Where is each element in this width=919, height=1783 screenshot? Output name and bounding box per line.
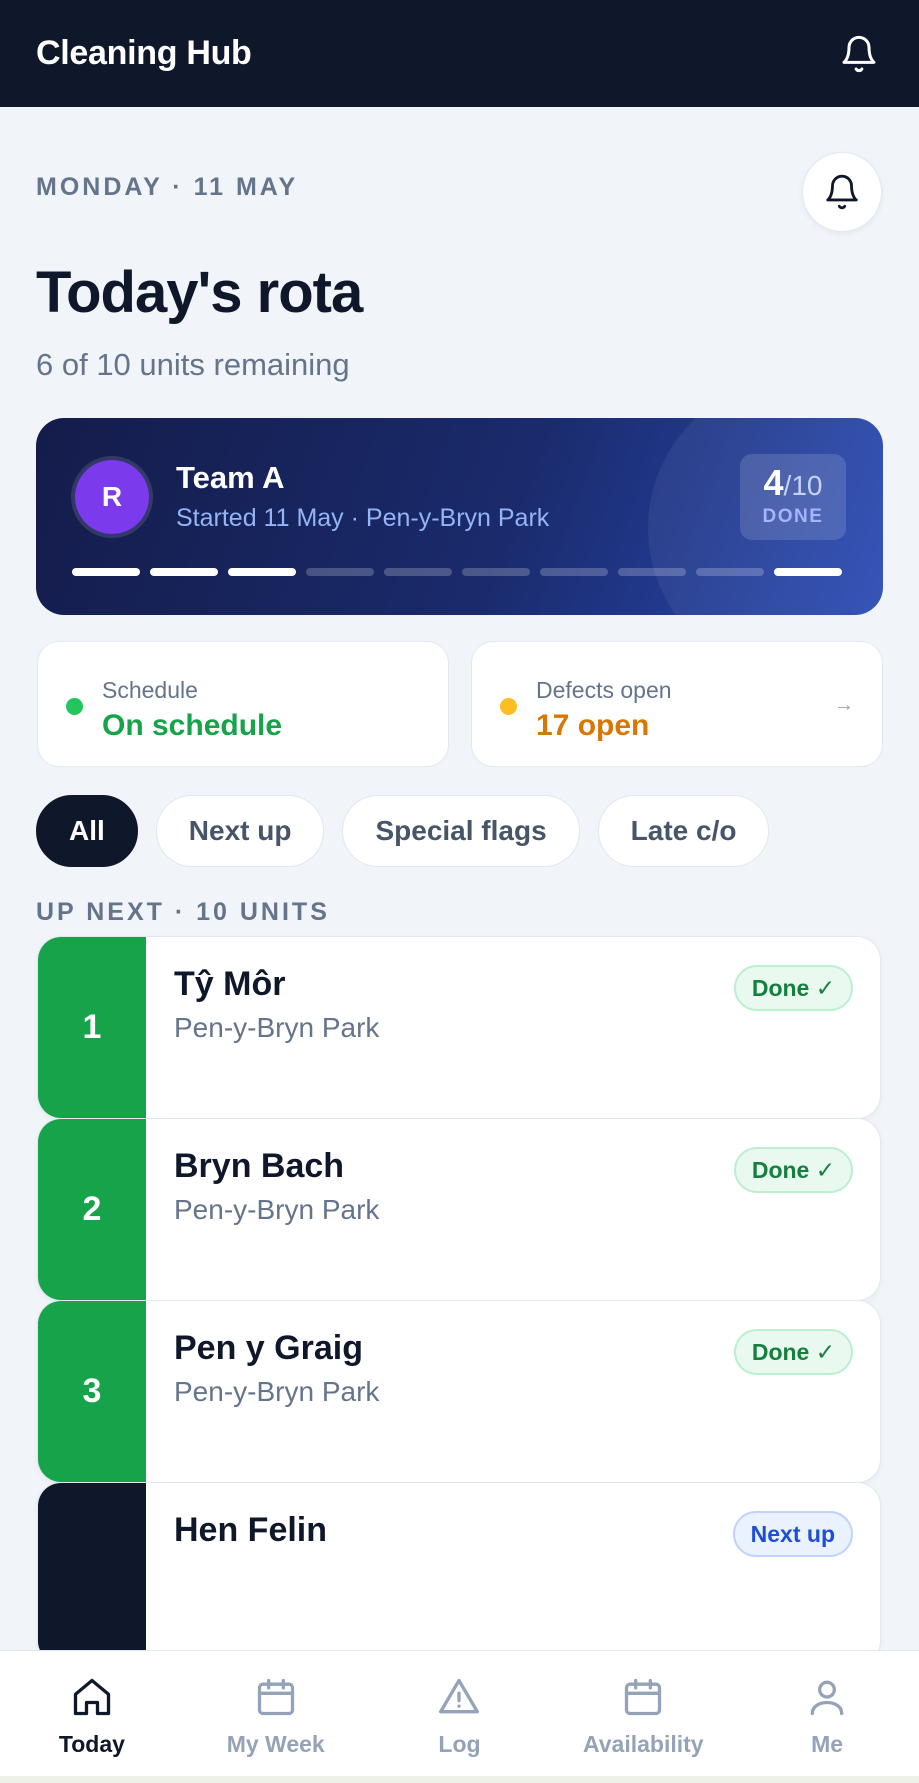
unit-number: 1 — [38, 937, 146, 1118]
main-content: MONDAY · 11 MAY Today's rota 6 of 10 uni… — [0, 107, 919, 1650]
tab-label: Log — [438, 1731, 481, 1757]
progress-segment — [462, 568, 530, 576]
warning-icon — [439, 1678, 480, 1714]
status-dot — [66, 698, 83, 715]
unit-body: Hen Felin Next up — [146, 1483, 880, 1650]
bottom-tab-bar: Today My Week Log Availability Me — [0, 1650, 919, 1776]
tab-availability[interactable]: Availability — [551, 1651, 735, 1776]
team-name: Team A — [176, 460, 285, 495]
tab-my-week[interactable]: My Week — [184, 1651, 368, 1776]
progress-segment — [384, 568, 452, 576]
filter-chip[interactable]: Late c/o — [597, 795, 770, 867]
tab-log[interactable]: Log — [368, 1651, 552, 1776]
defects-label: Defects open — [536, 677, 672, 703]
unit-number: 2 — [38, 1119, 146, 1300]
filter-chip[interactable]: Next up — [155, 795, 325, 867]
team-meta: Started 11 May · Pen-y-Bryn Park — [176, 504, 550, 532]
filter-chips: All Next up Special flags Late c/o — [36, 795, 770, 867]
tab-label: Availability — [582, 1731, 704, 1757]
team-card[interactable]: R Team A Started 11 May · Pen-y-Bryn Par… — [36, 418, 883, 615]
progress-bar — [72, 568, 842, 576]
unit-number: 3 — [38, 1301, 146, 1482]
progress-segment — [150, 568, 218, 576]
schedule-card: Schedule On schedule — [37, 641, 449, 767]
notifications-button[interactable] — [802, 152, 882, 232]
arrow-right-icon[interactable]: → — [834, 694, 854, 717]
unit-number — [38, 1483, 146, 1650]
unit-name: Hen Felin — [174, 1511, 328, 1549]
bell-icon[interactable] — [835, 30, 883, 78]
progress-segment — [774, 568, 842, 576]
defects-card[interactable]: Defects open 17 open → — [471, 641, 883, 767]
unit-card[interactable]: 3 Pen y Graig Pen-y-Bryn Park Done ✓ — [37, 1300, 881, 1483]
tab-today[interactable]: Today — [0, 1651, 184, 1776]
schedule-label: Schedule — [102, 677, 198, 703]
calendar-icon — [625, 1678, 662, 1716]
home-icon — [73, 1678, 111, 1716]
unit-body: Bryn Bach Pen-y-Bryn Park Done ✓ — [146, 1119, 880, 1300]
app-header: Cleaning Hub — [0, 0, 919, 107]
avatar: R — [75, 460, 149, 534]
done-count: 4 — [763, 462, 784, 503]
unit-name: Pen y Graig — [174, 1329, 363, 1367]
section-label: UP NEXT · 10 UNITS — [36, 898, 330, 926]
status-badge: Done ✓ — [733, 1329, 853, 1375]
unit-body: Pen y Graig Pen-y-Bryn Park Done ✓ — [146, 1301, 880, 1482]
bottom-strip — [0, 1776, 919, 1783]
unit-card[interactable]: Hen Felin Next up — [37, 1482, 881, 1650]
tab-label: My Week — [226, 1731, 325, 1757]
status-badge: Next up — [732, 1511, 853, 1557]
progress-segment — [228, 568, 296, 576]
date-row: MONDAY · 11 MAY — [36, 173, 298, 202]
progress-segment — [306, 568, 374, 576]
unit-location: Pen-y-Bryn Park — [174, 1194, 380, 1225]
schedule-value: On schedule — [102, 709, 283, 742]
page-title: Today's rota — [36, 260, 363, 325]
unit-card[interactable]: 2 Bryn Bach Pen-y-Bryn Park Done ✓ — [37, 1118, 881, 1301]
done-label: DONE — [762, 506, 824, 527]
user-icon — [810, 1680, 844, 1716]
status-dot — [500, 698, 517, 715]
app-title: Cleaning Hub — [36, 34, 252, 72]
tab-label: Me — [811, 1731, 844, 1757]
progress-segment — [540, 568, 608, 576]
unit-location: Pen-y-Bryn Park — [174, 1012, 380, 1043]
done-total: /10 — [783, 470, 823, 501]
page-subtitle: 6 of 10 units remaining — [36, 347, 350, 382]
defects-value: 17 open — [536, 709, 650, 742]
unit-location: Pen-y-Bryn Park — [174, 1376, 380, 1407]
unit-name: Tŷ Môr — [174, 965, 286, 1003]
progress-segment — [72, 568, 140, 576]
unit-body: Tŷ Môr Pen-y-Bryn Park Done ✓ — [146, 937, 880, 1118]
unit-name: Bryn Bach — [174, 1147, 345, 1185]
status-badge: Done ✓ — [733, 965, 853, 1011]
calendar-icon — [257, 1678, 294, 1716]
done-counter: 4/10 DONE — [740, 454, 846, 540]
date-label: MONDAY · 11 MAY — [36, 173, 299, 201]
unit-card[interactable]: 1 Tŷ Môr Pen-y-Bryn Park Done ✓ — [37, 936, 881, 1119]
status-badge: Done ✓ — [733, 1147, 853, 1193]
filter-chip[interactable]: Special flags — [342, 795, 580, 867]
progress-segment — [618, 568, 686, 576]
bell-icon — [826, 174, 858, 210]
filter-chip[interactable]: All — [36, 795, 138, 867]
tab-label: Today — [58, 1731, 125, 1757]
progress-segment — [696, 568, 764, 576]
tab-me[interactable]: Me — [735, 1651, 919, 1776]
